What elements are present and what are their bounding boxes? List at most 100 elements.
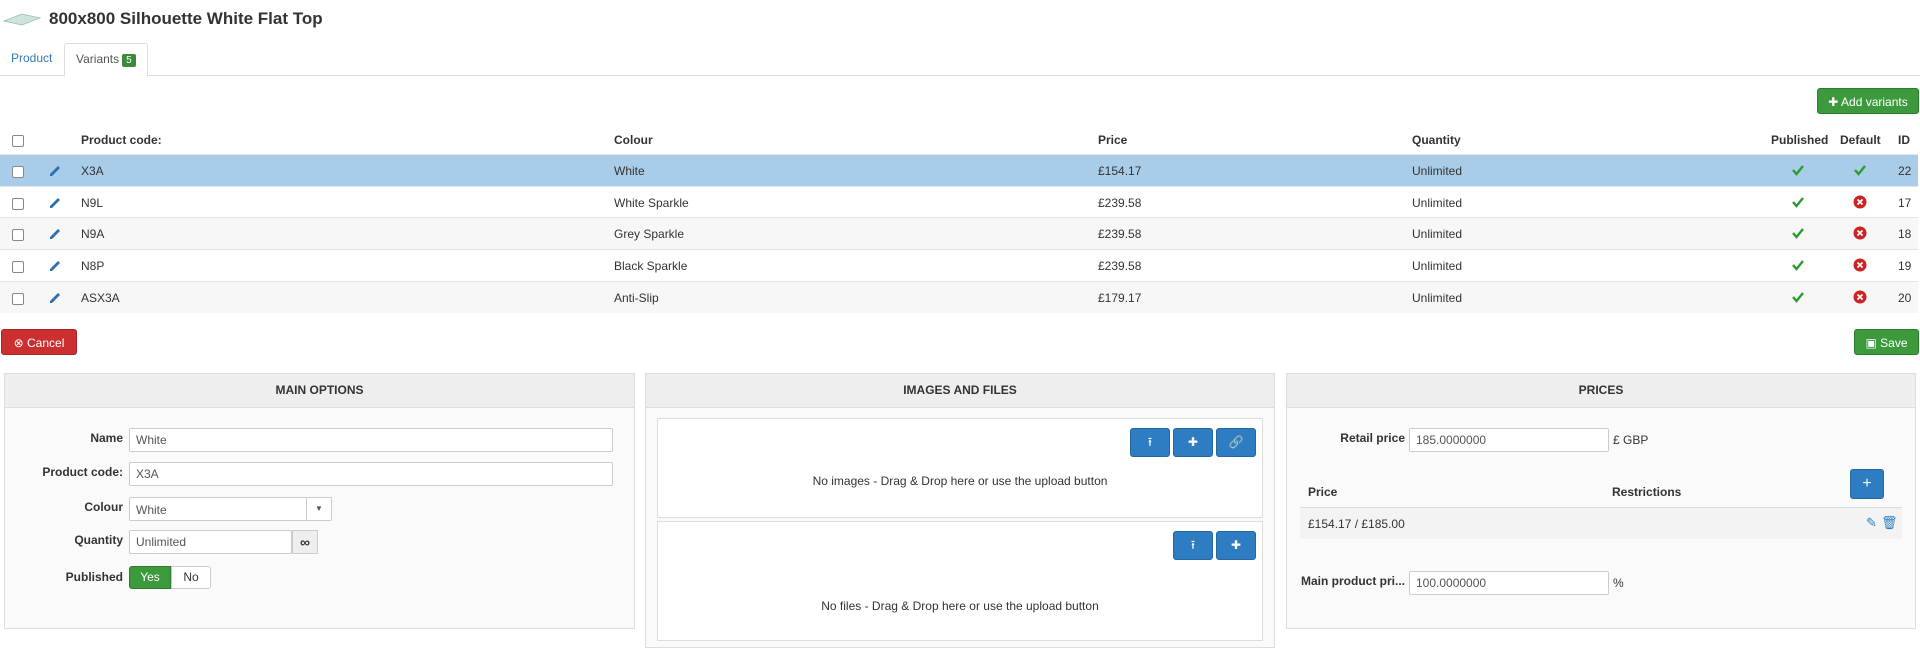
name-label: Name: [90, 431, 123, 445]
row-colour: Anti-Slip: [614, 291, 659, 305]
col-published: Published: [1771, 133, 1829, 147]
table-row[interactable]: N9A Grey Sparkle £239.58 Unlimited 18: [0, 217, 1918, 249]
table-row[interactable]: X3A White £154.17 Unlimited 22: [0, 154, 1918, 186]
main-product-price-label: Main product pri...: [1301, 574, 1405, 588]
variants-table-header: Product code: Colour Price Quantity Publ…: [0, 128, 1918, 154]
images-files-panel: IMAGES AND FILES ⭱ ✚ 🔗 No images - Drag …: [645, 373, 1275, 648]
plus-icon: ✚: [1828, 95, 1839, 109]
col-price-header: Price: [1308, 485, 1338, 499]
published-check-icon: [1792, 165, 1804, 176]
add-file-button[interactable]: ✚: [1216, 531, 1256, 560]
row-code: ASX3A: [81, 291, 120, 305]
row-checkbox[interactable]: [12, 293, 24, 305]
save-label: Save: [1880, 336, 1908, 350]
row-code: N9A: [81, 227, 105, 241]
row-checkbox[interactable]: [12, 166, 24, 178]
col-colour: Colour: [614, 133, 653, 147]
select-all-checkbox[interactable]: [12, 135, 24, 147]
row-colour: Grey Sparkle: [614, 227, 685, 241]
table-row[interactable]: N9L White Sparkle £239.58 Unlimited 17: [0, 186, 1918, 218]
edit-pencil-icon[interactable]: [48, 290, 62, 304]
published-check-icon: [1792, 228, 1804, 239]
tab-variants[interactable]: Variants 5: [64, 43, 148, 77]
cancel-icon: ⊗: [13, 336, 24, 350]
main-options-panel: MAIN OPTIONS Name Product code: Colour W…: [4, 373, 635, 629]
not-default-x-icon[interactable]: [1853, 195, 1867, 209]
files-dropzone[interactable]: ⭱ ✚ No files - Drag & Drop here or use t…: [657, 521, 1263, 641]
row-colour: White Sparkle: [614, 196, 689, 210]
currency-label: £ GBP: [1613, 433, 1649, 447]
edit-pencil-icon[interactable]: [48, 226, 62, 240]
main-product-price-input[interactable]: [1409, 571, 1609, 595]
cancel-label: Cancel: [27, 336, 65, 350]
add-variants-button[interactable]: ✚ Add variants: [1817, 88, 1919, 114]
trash-icon[interactable]: 🗑: [1881, 515, 1898, 531]
quantity-input[interactable]: [129, 530, 292, 554]
not-default-x-icon[interactable]: [1853, 290, 1867, 304]
add-price-button[interactable]: +: [1850, 469, 1884, 499]
row-quantity: Unlimited: [1412, 227, 1463, 241]
save-button[interactable]: ▣ Save: [1854, 329, 1919, 355]
tab-variants-label: Variants: [76, 52, 120, 66]
col-id: ID: [1898, 133, 1910, 147]
link-image-button[interactable]: 🔗: [1216, 428, 1256, 457]
table-row[interactable]: N8P Black Sparkle £239.58 Unlimited 19: [0, 249, 1918, 281]
tab-product[interactable]: Product: [0, 43, 63, 74]
edit-pencil-icon[interactable]: [48, 195, 62, 209]
edit-price-icon[interactable]: ✎: [1866, 515, 1877, 531]
row-price: £154.17: [1098, 164, 1142, 178]
price-row: £154.17 / £185.00 ✎ 🗑: [1300, 507, 1902, 539]
name-input[interactable]: [129, 428, 613, 452]
row-code: X3A: [81, 164, 104, 178]
row-checkbox[interactable]: [12, 198, 24, 210]
not-default-x-icon[interactable]: [1853, 258, 1867, 272]
no-images-text: No images - Drag & Drop here or use the …: [812, 474, 1108, 488]
add-image-button[interactable]: ✚: [1173, 428, 1213, 457]
edit-pencil-icon[interactable]: [48, 163, 62, 177]
col-code: Product code:: [81, 133, 162, 147]
infinity-toggle-icon[interactable]: ∞: [292, 530, 318, 554]
row-checkbox[interactable]: [12, 261, 24, 273]
retail-price-label: Retail price: [1340, 431, 1405, 445]
published-yes-button[interactable]: Yes: [129, 566, 171, 589]
row-price: £179.17: [1098, 291, 1142, 305]
chevron-down-icon: ▼: [306, 498, 331, 520]
row-colour: White: [614, 164, 645, 178]
row-code: N9L: [81, 196, 104, 210]
not-default-x-icon[interactable]: [1853, 226, 1867, 240]
published-check-icon: [1792, 292, 1804, 303]
variants-count-badge: 5: [122, 54, 136, 67]
tab-bar: Product Variants 5: [0, 43, 1920, 77]
upload-file-button[interactable]: ⭱: [1173, 531, 1213, 560]
published-check-icon: [1792, 197, 1804, 208]
col-quantity: Quantity: [1412, 133, 1461, 147]
edit-pencil-icon[interactable]: [48, 258, 62, 272]
row-quantity: Unlimited: [1412, 196, 1463, 210]
images-dropzone[interactable]: ⭱ ✚ 🔗 No images - Drag & Drop here or us…: [657, 418, 1263, 518]
prices-panel: PRICES Retail price £ GBP Price Restrict…: [1286, 373, 1916, 629]
row-id: 20: [1898, 291, 1912, 305]
quantity-label: Quantity: [74, 533, 123, 547]
no-files-text: No files - Drag & Drop here or use the u…: [821, 599, 1099, 613]
cancel-button[interactable]: ⊗ Cancel: [1, 329, 77, 355]
published-check-icon: [1792, 260, 1804, 271]
price-row-value: £154.17 / £185.00: [1308, 517, 1405, 531]
upload-icon: ⭱: [1147, 435, 1153, 449]
table-row[interactable]: ASX3A Anti-Slip £179.17 Unlimited 20: [0, 281, 1918, 313]
default-check-icon: [1854, 165, 1866, 176]
add-variants-label: Add variants: [1841, 95, 1908, 109]
row-checkbox[interactable]: [12, 229, 24, 241]
link-icon: 🔗: [1228, 435, 1244, 449]
retail-price-input[interactable]: [1409, 428, 1609, 452]
upload-image-button[interactable]: ⭱: [1130, 428, 1170, 457]
published-no-button[interactable]: No: [171, 566, 211, 589]
row-price: £239.58: [1098, 259, 1142, 273]
col-price: Price: [1098, 133, 1128, 147]
prices-title: PRICES: [1287, 374, 1915, 408]
product-code-input[interactable]: [129, 462, 613, 486]
page-title: 800x800 Silhouette White Flat Top: [49, 9, 323, 28]
images-files-title: IMAGES AND FILES: [646, 374, 1274, 408]
colour-select[interactable]: White ▼: [129, 497, 332, 521]
row-quantity: Unlimited: [1412, 259, 1463, 273]
plus-icon: ✚: [1230, 538, 1242, 552]
